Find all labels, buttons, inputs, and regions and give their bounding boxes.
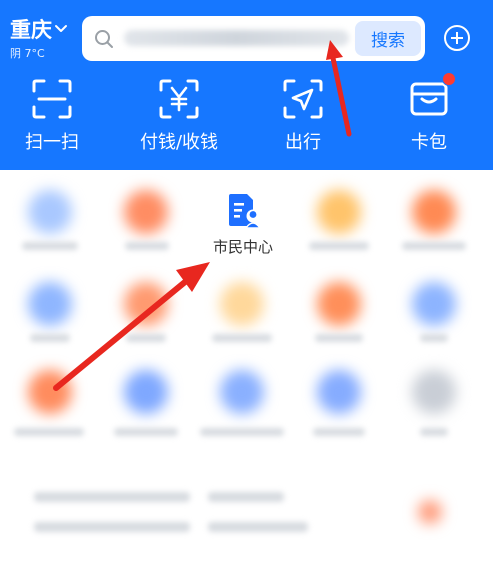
search-icon xyxy=(95,30,113,48)
search-hint-blurred xyxy=(124,30,349,46)
quick-action-pay[interactable]: 付钱/收钱 xyxy=(124,78,234,154)
chevron-down-icon xyxy=(55,25,67,32)
blurred-app-icon xyxy=(124,370,168,414)
scan-icon xyxy=(32,79,72,119)
app-label: 市民中心 xyxy=(212,238,273,256)
blurred-app-icon xyxy=(124,190,168,234)
blurred-notice-line xyxy=(208,492,284,502)
app-citizen-center[interactable]: 市民中心 xyxy=(193,192,293,257)
city-selector[interactable]: 重庆 阴 7°C xyxy=(10,18,68,61)
quick-action-label: 出行 xyxy=(285,132,321,153)
blurred-app-label xyxy=(200,428,284,436)
search-button[interactable]: 搜索 xyxy=(355,21,421,56)
blurred-app-icon xyxy=(28,370,72,414)
wallet-icon-wrap xyxy=(408,72,456,120)
blurred-app-label xyxy=(14,428,84,436)
blurred-app-icon xyxy=(220,370,264,414)
quick-action-travel[interactable]: 出行 xyxy=(248,78,358,154)
blurred-app-label xyxy=(420,428,448,436)
blurred-app-icon xyxy=(28,282,72,326)
quick-action-label: 卡包 xyxy=(411,132,447,153)
blurred-app-icon xyxy=(124,282,168,326)
blurred-app-label xyxy=(212,334,272,342)
notice-section-blurred xyxy=(0,470,493,572)
citizen-center-icon xyxy=(229,194,262,229)
travel-icon xyxy=(283,79,323,119)
blurred-notice-line xyxy=(34,492,190,502)
blurred-app-label xyxy=(315,334,363,342)
blurred-app-label xyxy=(420,334,448,342)
quick-action-scan[interactable]: 扫一扫 xyxy=(0,78,107,154)
blurred-notice-line xyxy=(34,522,190,532)
blurred-app-label xyxy=(126,334,166,342)
header-bar: 重庆 阴 7°C 搜索 扫一扫 付钱/收钱 出行 卡包 xyxy=(0,0,493,170)
city-name: 重庆 xyxy=(10,18,52,42)
add-icon[interactable] xyxy=(444,25,470,51)
weather-text: 阴 7°C xyxy=(10,47,45,60)
blurred-app-label xyxy=(125,242,169,250)
search-bar[interactable]: 搜索 xyxy=(82,16,425,61)
blurred-app-label xyxy=(22,242,78,250)
blurred-app-icon xyxy=(412,190,456,234)
blurred-app-label xyxy=(402,242,466,250)
quick-action-label: 付钱/收钱 xyxy=(139,132,219,153)
blurred-app-label xyxy=(313,428,365,436)
quick-action-label: 扫一扫 xyxy=(25,132,79,153)
notification-badge xyxy=(442,72,456,86)
blurred-notice-line xyxy=(208,522,308,532)
blurred-app-label xyxy=(30,334,70,342)
blurred-app-icon xyxy=(317,190,361,234)
yuan-icon xyxy=(159,79,199,119)
blurred-app-icon xyxy=(412,282,456,326)
quick-action-card-wallet[interactable]: 卡包 xyxy=(374,72,484,154)
blurred-app-label xyxy=(309,242,369,250)
blurred-app-icon xyxy=(28,190,72,234)
blurred-notice-icon xyxy=(418,500,442,524)
blurred-app-icon xyxy=(317,282,361,326)
blurred-app-icon xyxy=(412,370,456,414)
blurred-app-icon xyxy=(220,282,264,326)
blurred-app-label xyxy=(114,428,178,436)
blurred-app-icon xyxy=(317,370,361,414)
